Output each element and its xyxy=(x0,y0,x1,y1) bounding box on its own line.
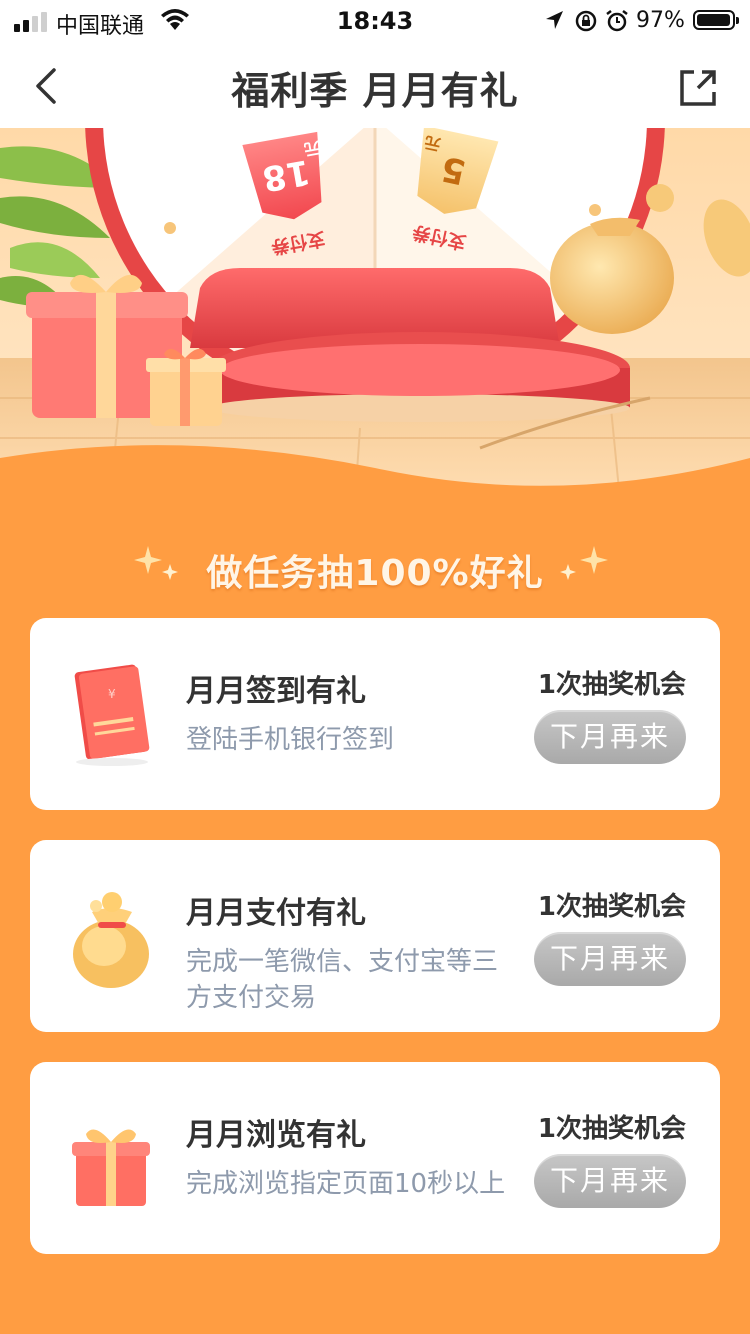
next-month-button[interactable]: 下月再来 xyxy=(534,710,686,764)
gift-box-icon xyxy=(72,1129,150,1206)
hero-banner: 18 元 支付券 5 元 支付券 xyxy=(0,128,750,500)
location-arrow-icon xyxy=(546,11,563,29)
task-description: 完成浏览指定页面10秒以上 xyxy=(186,1169,506,1199)
task-description: 登陆手机银行签到 xyxy=(186,725,395,755)
next-month-button[interactable]: 下月再来 xyxy=(534,1154,686,1208)
share-external-icon xyxy=(680,70,716,106)
rotation-lock-icon xyxy=(575,10,597,32)
task-chance: 1次抽奖机会 xyxy=(537,1114,686,1144)
prize-left-unit: 元 xyxy=(302,138,321,159)
money-bag-icon xyxy=(73,892,149,988)
task-chance: 1次抽奖机会 xyxy=(537,670,686,700)
alarm-icon xyxy=(606,10,628,32)
task-title: 月月浏览有礼 xyxy=(186,1118,366,1153)
svg-text:¥: ¥ xyxy=(108,687,116,701)
page-title: 福利季 月月有礼 xyxy=(231,69,519,113)
section-heading: 做任务抽100%好礼 xyxy=(0,536,750,606)
task-card-checkin: ¥ 月月签到有礼 登陆手机银行签到 1次抽奖机会 下月再来 xyxy=(30,618,720,810)
section-heading-text: 做任务抽100%好礼 xyxy=(206,553,544,594)
task-title: 月月签到有礼 xyxy=(186,674,366,709)
battery-percent: 97% xyxy=(636,8,685,33)
prize-wheel-illustration: 18 元 支付券 5 元 支付券 xyxy=(0,128,750,500)
status-bar: 中国联通 18:43 97% xyxy=(0,0,750,44)
sparkle-icon xyxy=(560,546,608,580)
task-card-browse: 月月浏览有礼 完成浏览指定页面10秒以上 1次抽奖机会 下月再来 xyxy=(30,1062,720,1254)
red-notebook-icon: ¥ xyxy=(74,664,150,766)
task-card-payment: 月月支付有礼 完成一笔微信、支付宝等三方支付交易 1次抽奖机会 下月再来 xyxy=(30,840,720,1032)
battery-icon xyxy=(693,10,739,30)
task-description: 完成一笔微信、支付宝等三方支付交易 xyxy=(186,947,499,1013)
task-title: 月月支付有礼 xyxy=(186,896,366,931)
next-month-button[interactable]: 下月再来 xyxy=(534,932,686,986)
nav-bar: 福利季 月月有礼 xyxy=(0,44,750,129)
share-button[interactable] xyxy=(672,62,724,114)
task-chance: 1次抽奖机会 xyxy=(537,892,686,922)
prize-left-amount: 18 xyxy=(259,151,313,199)
